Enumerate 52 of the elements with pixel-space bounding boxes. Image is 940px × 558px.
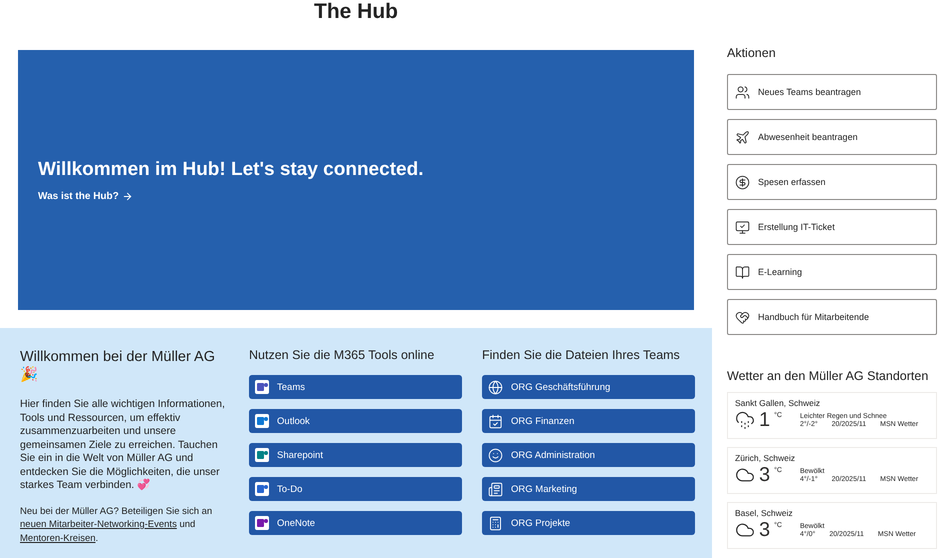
temperature: 3 (759, 464, 770, 486)
folder-button[interactable]: ORG Geschäftsführung (482, 375, 696, 399)
temperature: 3 (759, 519, 770, 541)
hero-link[interactable]: Was ist the Hub? (38, 190, 133, 202)
calendar-icon (488, 414, 504, 428)
folder-button[interactable]: ORG Projekte (482, 511, 696, 535)
tool-button[interactable]: To-Do (249, 477, 462, 501)
tool-button[interactable]: Sharepoint (249, 443, 462, 467)
tool-button[interactable]: Teams (249, 375, 462, 399)
folder-button[interactable]: ORG Finanzen (482, 409, 696, 433)
rain-cloud-icon (735, 410, 755, 430)
app-tile-icon (255, 414, 270, 428)
tool-button[interactable]: Outlook (249, 409, 462, 433)
page-title: The Hub (314, 0, 398, 25)
location-label: Basel, Schweiz (735, 508, 793, 518)
arrow-right-icon (122, 190, 133, 202)
globe-icon (488, 380, 504, 394)
weather-heading: Wetter an den Müller AG Standorten (727, 369, 928, 383)
folder-button[interactable]: ORG Marketing (482, 477, 696, 501)
hero-heading: Willkommen im Hub! Let's stay connected. (38, 158, 424, 180)
app-tile-icon (255, 482, 270, 496)
tools-heading: Nutzen Sie die M365 Tools online (249, 348, 434, 362)
handshake-icon (735, 310, 750, 324)
people-icon (735, 84, 750, 100)
files-heading: Finden Sie die Dateien Ihres Teams (482, 348, 680, 362)
monitor-check-icon (735, 220, 750, 234)
action-button[interactable]: Erstellung IT-Ticket (727, 209, 937, 245)
action-button[interactable]: Neues Teams beantragen (727, 74, 937, 110)
action-button[interactable]: Handbuch für Mitarbeitende (727, 299, 937, 335)
note-text: Neu bei der Müller AG? Beteiligen Sie sich an neuen Mitarbeiter-Networking-Events und Mentoren-Kreisen. (20, 504, 214, 545)
smile-icon (488, 448, 504, 462)
action-button[interactable]: Spesen erfassen (727, 164, 937, 200)
folder-button[interactable]: ORG Administration (482, 443, 696, 467)
action-button[interactable]: Abwesenheit beantragen (727, 119, 937, 155)
note-link[interactable]: Mentoren-Kreisen (20, 532, 96, 544)
welcome-heading: Willkommen bei der Müller AG 🎉 (20, 348, 216, 384)
welcome-text: Hier finden Sie alle wichtigen Informationen, Tools und Ressourcen, um effektiv zusammenzuarbeiten und unsere gemeinsamen Ziele zu erreichen. Tauchen Sie ein in die Welt von Müller AG und entdecken Sie die Möglichkeiten, die unser starkes Team verbinden. 💞 (20, 398, 226, 492)
plane-icon (735, 130, 750, 144)
dollar-icon (735, 174, 750, 190)
book-icon (735, 264, 750, 280)
actions-heading: Aktionen (727, 46, 776, 60)
location-label: Sankt Gallen, Schweiz (735, 398, 820, 408)
newspaper-icon (488, 482, 504, 496)
app-tile-icon (255, 448, 270, 462)
location-label: Zürich, Schweiz (735, 453, 795, 463)
temperature: 1 (759, 409, 770, 431)
action-button[interactable]: E-Learning (727, 254, 937, 290)
app-tile-icon (255, 516, 270, 530)
app-tile-icon (255, 380, 270, 394)
note-link[interactable]: neuen Mitarbeiter-Networking-Events (20, 519, 177, 530)
tool-button[interactable]: OneNote (249, 511, 462, 535)
calculator-icon (488, 516, 504, 530)
